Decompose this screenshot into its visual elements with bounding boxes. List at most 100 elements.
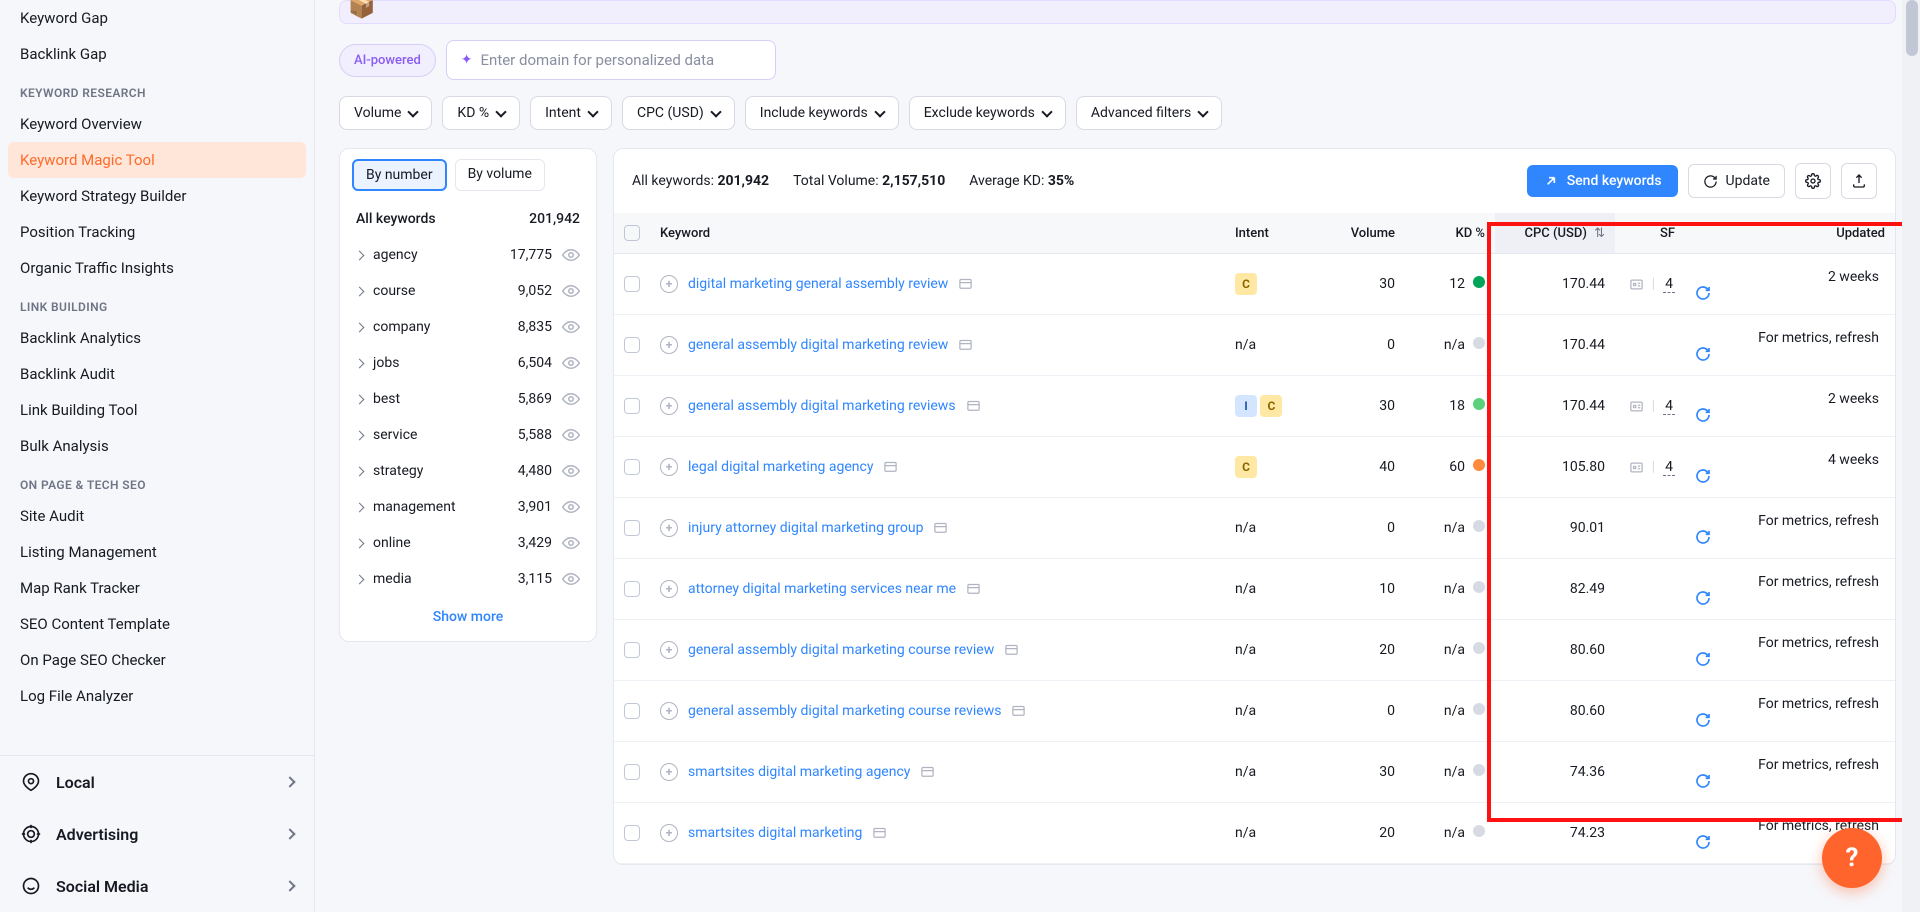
row-checkbox[interactable] <box>624 276 640 292</box>
filter-dropdown[interactable]: Include keywords <box>745 96 899 130</box>
keyword-group-item[interactable]: best5,869 <box>340 381 596 417</box>
eye-icon[interactable] <box>562 246 580 264</box>
row-checkbox[interactable] <box>624 825 640 841</box>
refresh-icon[interactable] <box>1695 285 1885 301</box>
serp-icon[interactable] <box>1011 704 1026 719</box>
add-keyword-icon[interactable]: + <box>660 519 678 537</box>
serp-icon[interactable] <box>1004 643 1019 658</box>
serp-icon[interactable] <box>872 826 887 841</box>
sidebar-item[interactable]: Keyword Gap <box>0 0 314 36</box>
row-checkbox[interactable] <box>624 703 640 719</box>
sidebar-item[interactable]: Organic Traffic Insights <box>0 250 314 286</box>
eye-icon[interactable] <box>562 282 580 300</box>
sidebar-item[interactable]: Listing Management <box>0 534 314 570</box>
keyword-link[interactable]: smartsites digital marketing <box>688 825 862 841</box>
eye-icon[interactable] <box>562 498 580 516</box>
refresh-icon[interactable] <box>1695 590 1885 606</box>
row-checkbox[interactable] <box>624 581 640 597</box>
row-checkbox[interactable] <box>624 398 640 414</box>
sidebar-item[interactable]: Keyword Magic Tool <box>8 142 306 178</box>
tab-by-number[interactable]: By number <box>352 159 447 191</box>
col-cpc[interactable]: CPC (USD) ⇅ <box>1495 213 1615 254</box>
eye-icon[interactable] <box>562 390 580 408</box>
keyword-link[interactable]: smartsites digital marketing agency <box>688 764 910 780</box>
serp-icon[interactable] <box>966 582 981 597</box>
refresh-icon[interactable] <box>1695 529 1885 545</box>
sidebar-item[interactable]: Link Building Tool <box>0 392 314 428</box>
sf-count[interactable]: 4 <box>1663 276 1675 293</box>
scrollbar-track[interactable] <box>1902 0 1920 912</box>
filter-dropdown[interactable]: Volume <box>339 96 432 130</box>
sf-count[interactable]: 4 <box>1663 459 1675 476</box>
keyword-link[interactable]: general assembly digital marketing revie… <box>688 337 948 353</box>
eye-icon[interactable] <box>562 534 580 552</box>
add-keyword-icon[interactable]: + <box>660 336 678 354</box>
sidebar-bottom-item[interactable]: Advertising <box>0 808 314 860</box>
tab-by-volume[interactable]: By volume <box>455 159 545 191</box>
col-intent[interactable]: Intent <box>1225 213 1315 254</box>
col-sf[interactable]: SF <box>1615 213 1685 254</box>
sidebar-item[interactable]: On Page SEO Checker <box>0 642 314 678</box>
eye-icon[interactable] <box>562 318 580 336</box>
keyword-group-item[interactable]: service5,588 <box>340 417 596 453</box>
sidebar-bottom-item[interactable]: Local <box>0 756 314 808</box>
add-keyword-icon[interactable]: + <box>660 641 678 659</box>
keyword-link[interactable]: digital marketing general assembly revie… <box>688 276 948 292</box>
settings-button[interactable] <box>1795 163 1831 199</box>
serp-icon[interactable] <box>966 399 981 414</box>
sidebar-item[interactable]: Backlink Analytics <box>0 320 314 356</box>
row-checkbox[interactable] <box>624 337 640 353</box>
sf-count[interactable]: 4 <box>1663 398 1675 415</box>
refresh-icon[interactable] <box>1695 773 1885 789</box>
serp-icon[interactable] <box>933 521 948 536</box>
sidebar-item[interactable]: Keyword Strategy Builder <box>0 178 314 214</box>
keyword-group-item[interactable]: management3,901 <box>340 489 596 525</box>
show-more-button[interactable]: Show more <box>340 597 596 625</box>
keyword-group-item[interactable]: company8,835 <box>340 309 596 345</box>
scrollbar-thumb[interactable] <box>1906 0 1918 56</box>
keyword-link[interactable]: injury attorney digital marketing group <box>688 520 923 536</box>
filter-dropdown[interactable]: Advanced filters <box>1076 96 1222 130</box>
eye-icon[interactable] <box>562 426 580 444</box>
refresh-icon[interactable] <box>1695 651 1885 667</box>
sidebar-item[interactable]: Log File Analyzer <box>0 678 314 714</box>
sidebar-item[interactable]: Keyword Overview <box>0 106 314 142</box>
filter-dropdown[interactable]: Exclude keywords <box>909 96 1066 130</box>
sidebar-item[interactable]: Site Audit <box>0 498 314 534</box>
serp-icon[interactable] <box>883 460 898 475</box>
keyword-group-item[interactable]: jobs6,504 <box>340 345 596 381</box>
keyword-group-item[interactable]: agency17,775 <box>340 237 596 273</box>
help-fab[interactable]: ? <box>1822 828 1882 888</box>
keyword-group-item[interactable]: media3,115 <box>340 561 596 597</box>
row-checkbox[interactable] <box>624 520 640 536</box>
keyword-link[interactable]: general assembly digital marketing cours… <box>688 703 1001 719</box>
serp-icon[interactable] <box>920 765 935 780</box>
row-checkbox[interactable] <box>624 459 640 475</box>
serp-icon[interactable] <box>958 338 973 353</box>
filter-dropdown[interactable]: KD % <box>442 96 520 130</box>
row-checkbox[interactable] <box>624 642 640 658</box>
keyword-group-item[interactable]: strategy4,480 <box>340 453 596 489</box>
add-keyword-icon[interactable]: + <box>660 397 678 415</box>
add-keyword-icon[interactable]: + <box>660 824 678 842</box>
col-volume[interactable]: Volume <box>1315 213 1405 254</box>
eye-icon[interactable] <box>562 462 580 480</box>
sidebar-item[interactable]: Backlink Audit <box>0 356 314 392</box>
keyword-group-item[interactable]: online3,429 <box>340 525 596 561</box>
sidebar-bottom-item[interactable]: Social Media <box>0 860 314 912</box>
filter-dropdown[interactable]: CPC (USD) <box>622 96 735 130</box>
keyword-link[interactable]: attorney digital marketing services near… <box>688 581 956 597</box>
col-keyword[interactable]: Keyword <box>650 213 1225 254</box>
sidebar-item[interactable]: Backlink Gap <box>0 36 314 72</box>
eye-icon[interactable] <box>562 570 580 588</box>
sidebar-item[interactable]: Map Rank Tracker <box>0 570 314 606</box>
export-button[interactable] <box>1841 163 1877 199</box>
refresh-icon[interactable] <box>1695 346 1885 362</box>
sidebar-item[interactable]: SEO Content Template <box>0 606 314 642</box>
send-keywords-button[interactable]: Send keywords <box>1527 165 1678 197</box>
add-keyword-icon[interactable]: + <box>660 458 678 476</box>
col-kd[interactable]: KD % <box>1405 213 1495 254</box>
keyword-link[interactable]: legal digital marketing agency <box>688 459 873 475</box>
add-keyword-icon[interactable]: + <box>660 702 678 720</box>
update-button[interactable]: Update <box>1688 164 1785 198</box>
